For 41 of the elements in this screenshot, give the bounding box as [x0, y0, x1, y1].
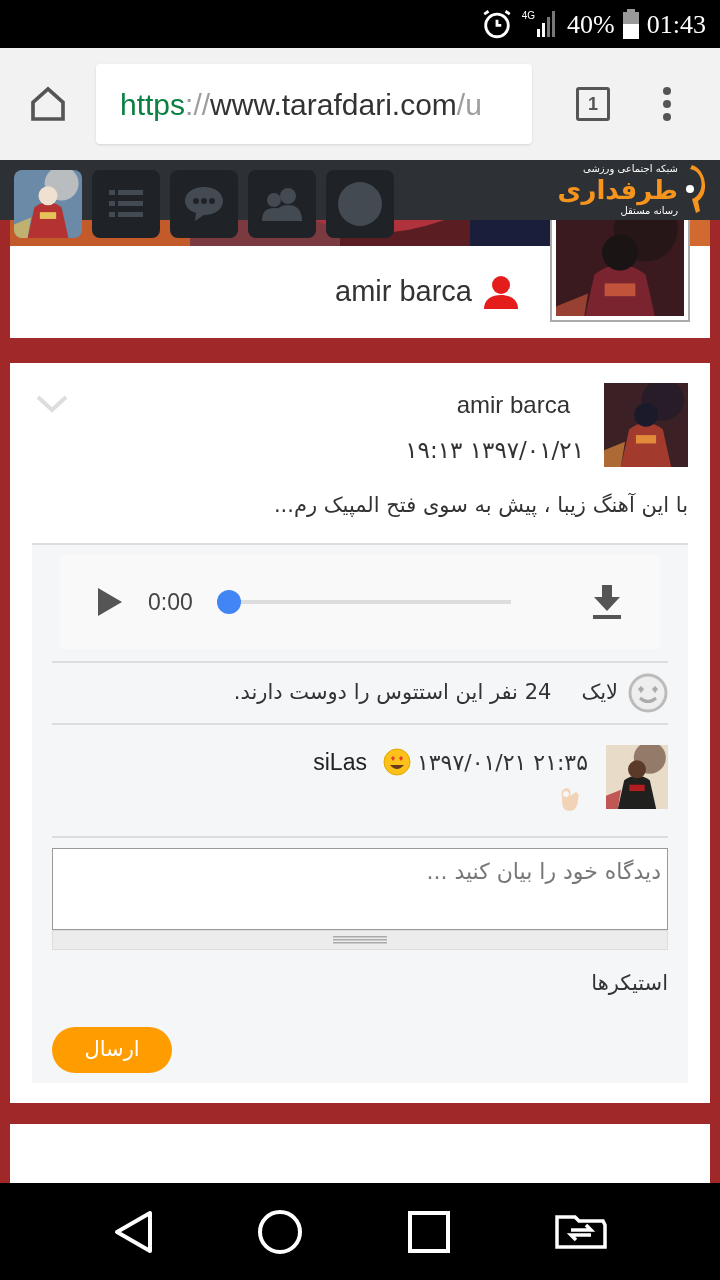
play-icon: [98, 588, 122, 616]
logo-tagline: شبکه اجتماعی ورزشی: [583, 163, 678, 174]
users-icon: [262, 187, 302, 221]
post-date: ۱۳۹۷/۰۱/۲۱ ۱۹:۱۳: [405, 436, 584, 465]
audio-progress-thumb[interactable]: [216, 590, 241, 614]
stickers-label[interactable]: استیکرها: [591, 967, 668, 999]
smiley-icon: [382, 748, 411, 777]
like-button[interactable]: لایک: [581, 677, 618, 709]
switch-icon[interactable]: [555, 1214, 608, 1249]
site-logo[interactable]: شبکه اجتماعی ورزشی طرفداری رسانه مستقل: [557, 163, 706, 217]
download-icon[interactable]: [592, 585, 622, 619]
network-label: 4G: [521, 11, 536, 21]
circle-icon: [338, 182, 382, 226]
logo-subtitle: رسانه مستقل: [620, 206, 678, 217]
audio-progress-track[interactable]: [216, 590, 511, 614]
comment-field[interactable]: دیدگاه خود را بیان کنید ...: [52, 847, 668, 930]
home-icon[interactable]: [258, 1209, 303, 1254]
chat-icon: [185, 187, 223, 221]
battery-percent: 40%: [567, 8, 615, 41]
audio-time: 0:00: [148, 587, 193, 617]
tab-count[interactable]: 1: [576, 87, 610, 121]
comment-author[interactable]: siLas: [313, 745, 367, 780]
post-text: با این آهنگ زیبا ، پیش به سوی فتح المپیک رم...: [272, 491, 688, 519]
likes-summary: 24 نفر این استتوس را دوست دارند.: [233, 679, 552, 707]
list-icon: [109, 190, 143, 218]
home-icon[interactable]: [28, 84, 68, 124]
post-author[interactable]: amir barca: [456, 387, 584, 423]
clock: 01:43: [646, 8, 706, 41]
comment-date: ۲۱:۳۵ ۱۳۹۷/۰۱/۲۱: [416, 748, 588, 777]
resize-handle[interactable]: [52, 929, 668, 950]
url-field[interactable]: https://www.tarafdari.com/u: [96, 64, 532, 144]
profile-name: amir barca: [335, 274, 472, 310]
recents-icon[interactable]: [407, 1210, 450, 1253]
back-icon[interactable]: [112, 1209, 153, 1254]
play-button[interactable]: [98, 587, 124, 617]
grip-icon: [333, 935, 387, 944]
user-icon: [482, 275, 520, 309]
battery-icon: [622, 9, 639, 39]
url-text: https://www.tarafdari.com/u: [120, 86, 482, 123]
menu-icon[interactable]: [662, 86, 672, 122]
logo-text: طرفداری: [557, 174, 678, 207]
